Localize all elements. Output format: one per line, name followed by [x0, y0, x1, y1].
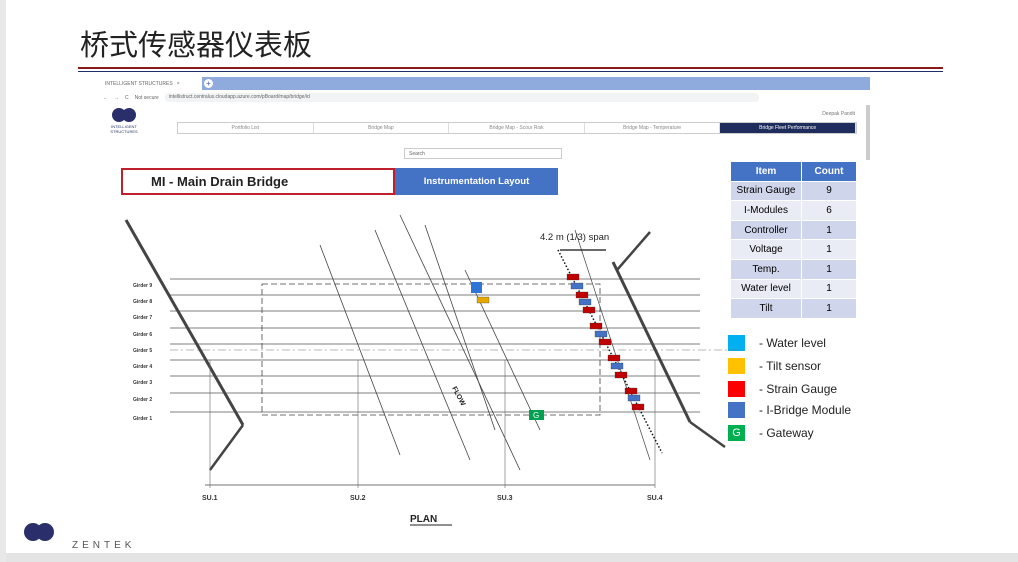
footer-logo-zentek: ZENTEK: [72, 540, 136, 551]
i-bridge-module-marker: [594, 330, 608, 338]
girder-label: Girder 7: [133, 315, 152, 321]
support-label: SU.3: [497, 495, 513, 502]
girder-label: Girder 2: [133, 397, 152, 403]
deck-outline: [261, 283, 601, 416]
strain-gauge-marker: [624, 387, 638, 395]
support-line: [611, 261, 692, 423]
sensor-line: [557, 249, 663, 454]
i-bridge-module-marker: [610, 362, 624, 370]
span-label: 4.2 m (1/3) span: [540, 232, 609, 243]
girder-label: Girder 9: [133, 283, 152, 289]
slide-left-edge: [0, 0, 6, 562]
support-line: [124, 219, 245, 426]
strain-gauge-marker: [614, 371, 628, 379]
support-line: [399, 214, 521, 471]
wingwall: [616, 231, 651, 271]
support-label: SU.4: [647, 495, 663, 502]
flow-label: FLOW: [450, 386, 466, 408]
plan-label: PLAN: [410, 514, 437, 525]
i-bridge-module-marker: [578, 298, 592, 306]
i-bridge-module-marker: [570, 282, 584, 290]
girder-label: Girder 3: [133, 380, 152, 386]
strain-gauge-marker: [575, 291, 589, 299]
i-bridge-module-marker: [627, 394, 641, 402]
strain-gauge-marker: [589, 322, 603, 330]
strain-gauge-marker: [598, 338, 612, 346]
wingwall: [208, 424, 245, 471]
water-level-marker: [471, 282, 482, 293]
slide-bottom-bar: [0, 553, 1018, 562]
girder-label: Girder 8: [133, 299, 152, 305]
wingwall: [689, 420, 726, 449]
girder-label: Girder 6: [133, 332, 152, 338]
gateway-label: G: [533, 411, 539, 420]
support-line: [574, 229, 651, 461]
support-label: SU.2: [350, 495, 366, 502]
girder-label: Girder 5: [133, 348, 152, 354]
support-line: [374, 229, 471, 461]
support-label: SU.1: [202, 495, 218, 502]
strain-gauge-marker: [582, 306, 596, 314]
bridge-plan-diagram: Girder 9 Girder 8 Girder 7 Girder 6 Girder 5…: [124, 214, 745, 526]
footer-logo-intelligent-structures: [22, 522, 56, 551]
strain-gauge-marker: [631, 403, 645, 411]
strain-gauge-marker: [607, 354, 621, 362]
strain-gauge-marker: [566, 273, 580, 281]
tilt-sensor-marker: [476, 296, 490, 304]
girder-label: Girder 1: [133, 416, 152, 422]
girder-label: Girder 4: [133, 364, 152, 370]
